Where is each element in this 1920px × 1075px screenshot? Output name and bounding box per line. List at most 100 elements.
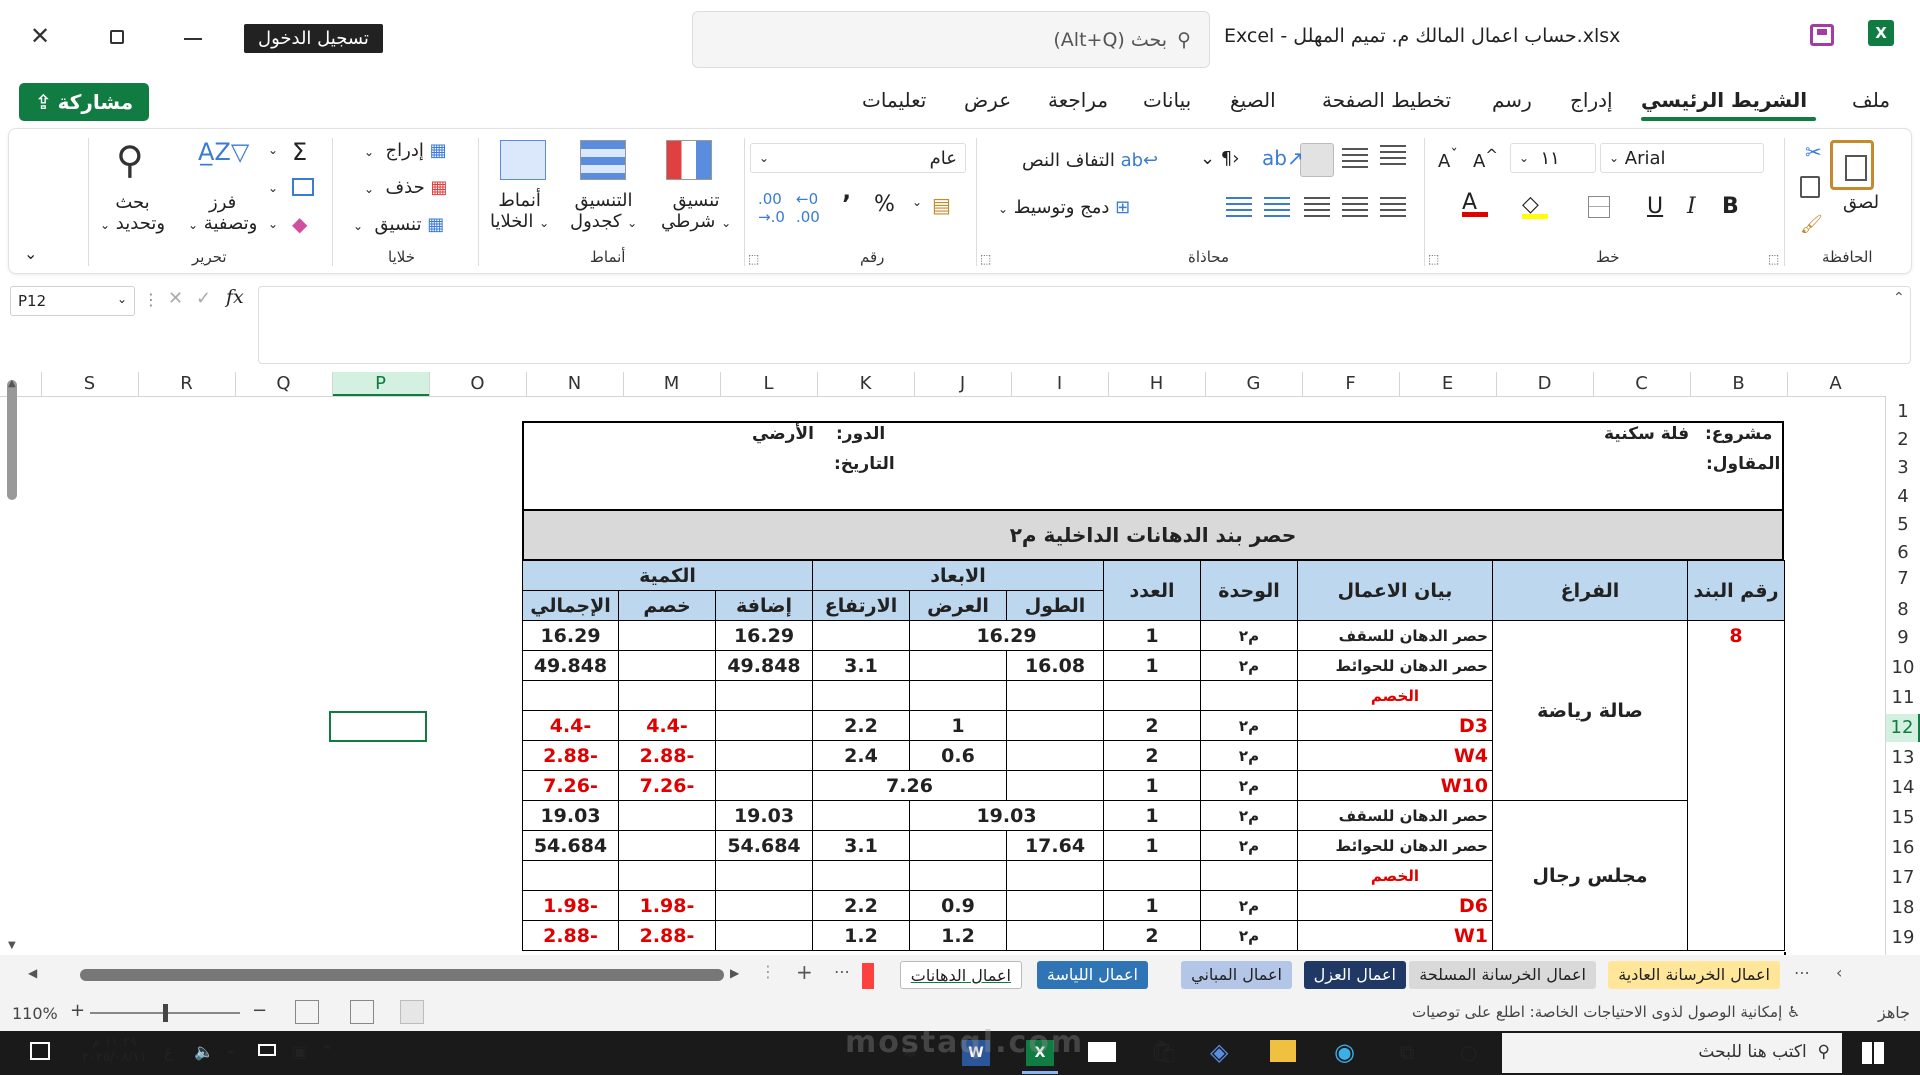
align-bottom-icon[interactable] — [1300, 143, 1334, 177]
notifications-icon[interactable] — [30, 1042, 50, 1060]
formula-input[interactable] — [258, 286, 1911, 364]
scroll-right-icon[interactable]: ▶ — [730, 966, 739, 980]
menu-review[interactable]: مراجعة — [1048, 88, 1108, 112]
font-color-icon[interactable]: A — [1462, 190, 1488, 217]
row-header-16[interactable]: 16 — [1886, 834, 1920, 862]
orientation-icon[interactable]: ab↗ — [1262, 146, 1304, 170]
column-header-A[interactable]: A — [1787, 372, 1884, 396]
menu-draw[interactable]: رسم — [1492, 88, 1532, 112]
tabs-split-icon[interactable]: ⋮ — [760, 962, 776, 981]
column-header-F[interactable]: F — [1302, 372, 1399, 396]
menu-page-layout[interactable]: تخطيط الصفحة — [1322, 88, 1451, 112]
bold-button[interactable]: B — [1722, 194, 1739, 219]
find-select-icon[interactable]: ⚲ — [116, 138, 144, 182]
confirm-formula-icon[interactable]: ✓ — [196, 288, 211, 309]
zoom-slider-thumb[interactable] — [163, 1004, 168, 1022]
row-header-1[interactable]: 1 — [1886, 398, 1920, 426]
column-header-H[interactable]: H — [1108, 372, 1205, 396]
column-header-P[interactable]: P — [332, 372, 429, 396]
column-header-L[interactable]: L — [720, 372, 817, 396]
tabs-more-icon[interactable]: ⋯ — [834, 962, 850, 981]
format-as-table-button[interactable]: التنسيق كجدول ⌄ — [570, 190, 637, 232]
column-header-N[interactable]: N — [526, 372, 623, 396]
edge-icon[interactable]: ◉ — [1334, 1038, 1355, 1066]
task-view-icon[interactable]: ⧉ — [1400, 1040, 1414, 1064]
fill-icon[interactable] — [292, 178, 314, 196]
vertical-scrollbar[interactable] — [7, 380, 17, 500]
sort-filter-button[interactable]: فرز ⌄ وتصفية — [188, 192, 257, 234]
horizontal-scrollbar[interactable] — [80, 969, 724, 981]
autosum-icon[interactable]: Σ — [292, 138, 307, 166]
share-button[interactable]: ⇪ مشاركة — [19, 83, 149, 121]
row-header-8[interactable]: 8 — [1886, 596, 1920, 624]
menu-view[interactable]: عرض — [964, 88, 1011, 112]
column-header-C[interactable]: C — [1593, 372, 1690, 396]
chevron-down-icon[interactable]: ⌄ — [268, 217, 278, 231]
restore-icon[interactable] — [110, 30, 124, 44]
minimize-icon[interactable] — [184, 38, 202, 40]
menu-insert[interactable]: إدراج — [1570, 88, 1613, 112]
file-explorer-icon[interactable] — [1270, 1040, 1296, 1062]
cell-styles-button[interactable]: أنماط الخلايا ⌄ — [490, 190, 549, 232]
column-header-S[interactable]: S — [41, 372, 138, 396]
network-icon[interactable]: ⌁ — [226, 1042, 236, 1061]
menu-data[interactable]: بيانات — [1143, 88, 1191, 112]
sort-filter-icon[interactable]: A̲Z▽ — [198, 138, 249, 166]
menu-help[interactable]: تعليمات — [862, 88, 926, 112]
column-header-D[interactable]: D — [1496, 372, 1593, 396]
device-icon[interactable]: ▣ — [292, 1042, 307, 1061]
number-launcher-icon[interactable]: ⬚ — [748, 252, 759, 266]
name-box[interactable]: P12 ⌄ — [10, 286, 135, 316]
menu-file[interactable]: ملف — [1852, 88, 1890, 112]
scroll-down-icon[interactable]: ▼ — [8, 940, 16, 951]
format-painter-icon[interactable]: 🖌 — [1800, 214, 1823, 235]
column-header-G[interactable]: G — [1205, 372, 1302, 396]
row-header-6[interactable]: 6 — [1886, 539, 1920, 567]
column-header-I[interactable]: I — [1011, 372, 1108, 396]
indent-increase-icon[interactable] — [1264, 197, 1290, 217]
row-header-4[interactable]: 4 — [1886, 483, 1920, 511]
align-middle-icon[interactable] — [1342, 148, 1368, 168]
font-size-select[interactable]: ⌄ ١١ — [1510, 143, 1596, 173]
italic-button[interactable]: I — [1687, 194, 1696, 219]
format-cells-button[interactable]: ⌄ تنسيق ▦ — [353, 214, 444, 235]
row-header-7[interactable]: 7 — [1886, 565, 1920, 593]
page-layout-view-icon[interactable] — [350, 1000, 374, 1024]
row-header-13[interactable]: 13 — [1886, 744, 1920, 772]
decrease-font-icon[interactable]: Aˇ — [1438, 146, 1458, 172]
insert-function-button[interactable]: fx — [226, 286, 244, 308]
column-header-B[interactable]: B — [1690, 372, 1787, 396]
collapse-ribbon-icon[interactable]: ⌄ — [24, 244, 37, 263]
row-header-12[interactable]: 12 — [1886, 714, 1920, 742]
close-icon[interactable]: ✕ — [30, 22, 50, 50]
column-header-Q[interactable]: Q — [235, 372, 332, 396]
battery-icon[interactable] — [258, 1044, 276, 1056]
align-right-icon[interactable] — [1380, 197, 1406, 217]
row-header-18[interactable]: 18 — [1886, 894, 1920, 922]
wrap-text-button[interactable]: التفاف النص ab↩ — [1022, 150, 1158, 171]
conditional-formatting-icon[interactable] — [666, 140, 712, 180]
align-center-icon[interactable] — [1342, 197, 1368, 217]
menu-home[interactable]: الشريط الرئيسي — [1641, 88, 1807, 112]
column-header-E[interactable]: E — [1399, 372, 1496, 396]
sheet-tab[interactable]: اعمال اللياسة — [1036, 961, 1148, 989]
paste-icon[interactable] — [1830, 140, 1874, 190]
text-direction-icon[interactable]: ⌄ ¶› — [1200, 148, 1239, 169]
chevron-down-icon[interactable]: ⌄ — [268, 181, 278, 195]
row-header-2[interactable]: 2 — [1886, 426, 1920, 454]
chevron-down-icon[interactable]: ⌄ — [912, 195, 922, 209]
app-icon[interactable]: ◈ — [1210, 1038, 1228, 1066]
normal-view-icon[interactable] — [400, 1000, 424, 1024]
row-header-17[interactable]: 17 — [1886, 864, 1920, 892]
alignment-launcher-icon[interactable]: ⬚ — [980, 252, 991, 266]
signin-button[interactable]: تسجيل الدخول — [244, 24, 383, 53]
add-sheet-icon[interactable]: + — [796, 960, 813, 984]
cut-icon[interactable]: ✂ — [1805, 140, 1822, 164]
zoom-level[interactable]: 110% — [12, 1004, 58, 1023]
language-indicator[interactable]: ع — [164, 1042, 174, 1061]
indent-decrease-icon[interactable] — [1226, 197, 1252, 217]
cortana-icon[interactable]: ○ — [1460, 1040, 1477, 1064]
scroll-left-icon[interactable]: ◀ — [28, 966, 37, 980]
volume-icon[interactable]: 🔈 — [194, 1042, 214, 1061]
borders-icon[interactable] — [1588, 196, 1610, 218]
